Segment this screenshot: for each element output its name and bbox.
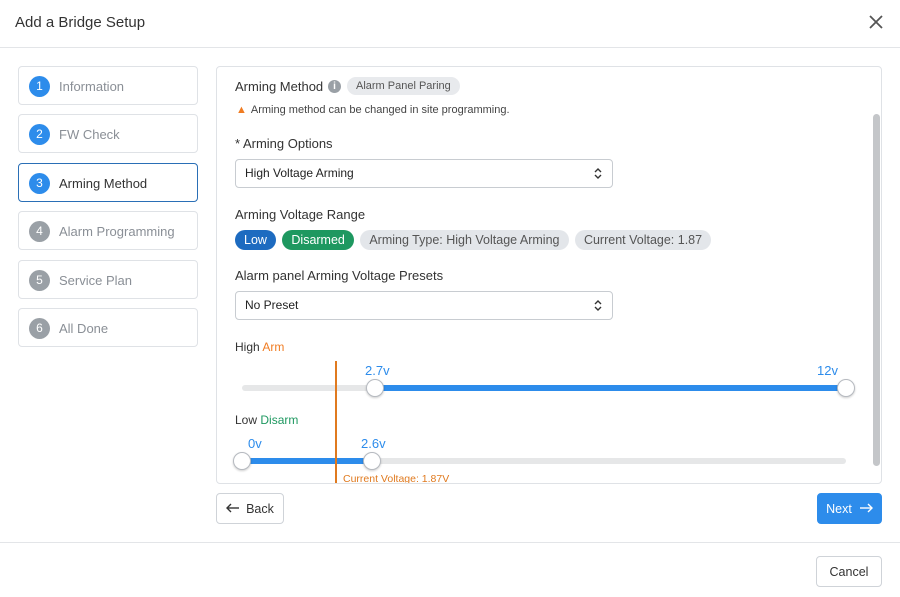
step-number: 4 (29, 221, 50, 243)
arming-options-label: * Arming Options (235, 136, 333, 151)
step-number: 3 (29, 172, 50, 194)
low-disarm-label: Low Disarm (235, 413, 298, 427)
step-information[interactable]: 1 Information (18, 66, 198, 105)
step-alarm-programming[interactable]: 4 Alarm Programming (18, 211, 198, 251)
high-arm-max-handle[interactable] (837, 379, 855, 397)
back-button[interactable]: Back (216, 493, 284, 524)
low-min-value: 0v (248, 436, 262, 451)
high-arm-slider-fill (374, 385, 846, 391)
close-icon[interactable] (866, 12, 886, 32)
arrow-left-icon (226, 495, 240, 524)
step-label: Service Plan (59, 272, 132, 288)
disarmed-chip: Disarmed (282, 230, 354, 250)
next-label: Next (826, 502, 852, 516)
step-number: 2 (29, 124, 50, 146)
low-disarm-slider-fill (242, 458, 372, 464)
low-label-prefix: Low (235, 413, 258, 427)
high-label-accent: Arm (262, 340, 285, 354)
modal-header: Add a Bridge Setup (0, 0, 900, 48)
high-arm-label: High Arm (235, 340, 284, 354)
alarm-panel-badge: Alarm Panel Paring (347, 77, 460, 95)
step-service-plan[interactable]: 5 Service Plan (18, 259, 198, 299)
arrow-right-icon (859, 495, 873, 524)
step-fw-check[interactable]: 2 FW Check (18, 114, 198, 154)
voltage-range-chips: Low Disarmed Arming Type: High Voltage A… (235, 230, 713, 250)
step-label: All Done (59, 320, 109, 336)
modal-title: Add a Bridge Setup (15, 14, 146, 31)
scrollbar[interactable] (871, 67, 881, 483)
scrollbar-thumb[interactable] (873, 114, 880, 466)
modal-footer: Cancel (0, 542, 900, 597)
current-voltage-marker (335, 361, 337, 483)
arming-type-chip: Arming Type: High Voltage Arming (360, 230, 569, 250)
warning-icon: ▲ (236, 104, 247, 116)
low-max-value: 2.6v (361, 436, 386, 451)
warning-text: Arming method can be changed in site pro… (250, 104, 510, 116)
arming-options-select[interactable]: High Voltage Arming (235, 159, 613, 188)
presets-label: Alarm panel Arming Voltage Presets (235, 268, 444, 283)
cancel-button[interactable]: Cancel (816, 556, 882, 587)
arming-method-panel: Arming Method i Alarm Panel Paring ▲ Armi… (216, 66, 882, 484)
step-label: Arming Method (59, 175, 148, 191)
back-label: Back (246, 502, 274, 516)
low-disarm-min-handle[interactable] (233, 452, 251, 470)
step-arming-method[interactable]: 3 Arming Method (18, 162, 198, 202)
step-number: 1 (29, 76, 50, 97)
high-max-value: 12v (817, 363, 838, 378)
low-disarm-slider[interactable] (233, 452, 846, 470)
presets-value: No Preset (245, 298, 299, 312)
step-number: 6 (29, 317, 50, 339)
step-label: Alarm Programming (59, 224, 175, 240)
warning-message: ▲ Arming method can be changed in site pr… (236, 104, 510, 116)
current-voltage-chip: Current Voltage: 1.87 (574, 230, 712, 250)
chevron-updown-icon (594, 168, 602, 179)
low-disarm-max-handle[interactable] (362, 452, 381, 470)
low-chip: Low (235, 230, 276, 250)
info-icon[interactable]: i (328, 80, 341, 93)
section-title: Arming Method (235, 79, 324, 94)
low-label-accent: Disarm (260, 413, 299, 427)
chevron-updown-icon (594, 300, 602, 311)
arming-options-value: High Voltage Arming (245, 166, 354, 180)
step-all-done[interactable]: 6 All Done (18, 307, 198, 347)
stepper: 1 Information 2 FW Check 3 Arming Method… (18, 66, 198, 356)
step-number: 5 (29, 269, 50, 291)
next-button[interactable]: Next (817, 493, 882, 524)
voltage-range-label: Arming Voltage Range (235, 207, 366, 222)
high-arm-min-handle[interactable] (365, 379, 384, 397)
presets-select[interactable]: No Preset (235, 291, 613, 320)
high-arm-slider[interactable] (242, 379, 855, 397)
step-label: FW Check (59, 127, 120, 143)
step-label: Information (59, 79, 125, 94)
current-voltage-marker-label: Current Voltage: 1.87V (343, 473, 450, 484)
high-min-value: 2.7v (365, 363, 390, 378)
high-label-prefix: High (235, 340, 260, 354)
